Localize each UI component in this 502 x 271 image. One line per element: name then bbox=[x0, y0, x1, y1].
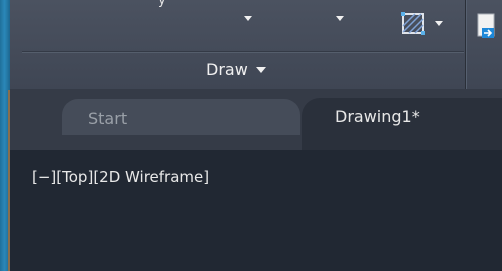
clipboard-icon[interactable] bbox=[476, 13, 502, 41]
chevron-down-icon bbox=[255, 66, 266, 73]
view-cube-control[interactable]: [Top] bbox=[56, 168, 93, 186]
draw-panel-label: Draw bbox=[206, 60, 248, 79]
ribbon-partial-label: y bbox=[158, 0, 166, 8]
ribbon-row-separator bbox=[22, 51, 464, 52]
window-border bbox=[0, 0, 10, 271]
tab-drawing1-label: Drawing1* bbox=[335, 107, 420, 126]
panel-separator bbox=[465, 0, 466, 89]
ribbon: y Draw bbox=[10, 0, 502, 90]
dropdown-arrow-icon[interactable] bbox=[336, 16, 344, 21]
visual-style-control[interactable]: [2D Wireframe] bbox=[93, 168, 209, 186]
viewport-minimize-control[interactable]: [−] bbox=[32, 168, 56, 186]
viewport-controls: [−][Top][2D Wireframe] bbox=[32, 168, 209, 186]
drawing-viewport[interactable]: [−][Top][2D Wireframe] bbox=[10, 150, 502, 271]
hatch-icon[interactable] bbox=[400, 11, 428, 37]
file-tab-bar: Start Drawing1* bbox=[10, 89, 502, 150]
dropdown-arrow-icon[interactable] bbox=[244, 16, 252, 21]
draw-panel-title[interactable]: Draw bbox=[206, 60, 266, 79]
tab-start-label: Start bbox=[88, 109, 128, 128]
autocad-window: y Draw Start Drawing1* [−][Top][2D Wiref… bbox=[10, 0, 502, 271]
hatch-dropdown-arrow-icon[interactable] bbox=[435, 21, 443, 26]
